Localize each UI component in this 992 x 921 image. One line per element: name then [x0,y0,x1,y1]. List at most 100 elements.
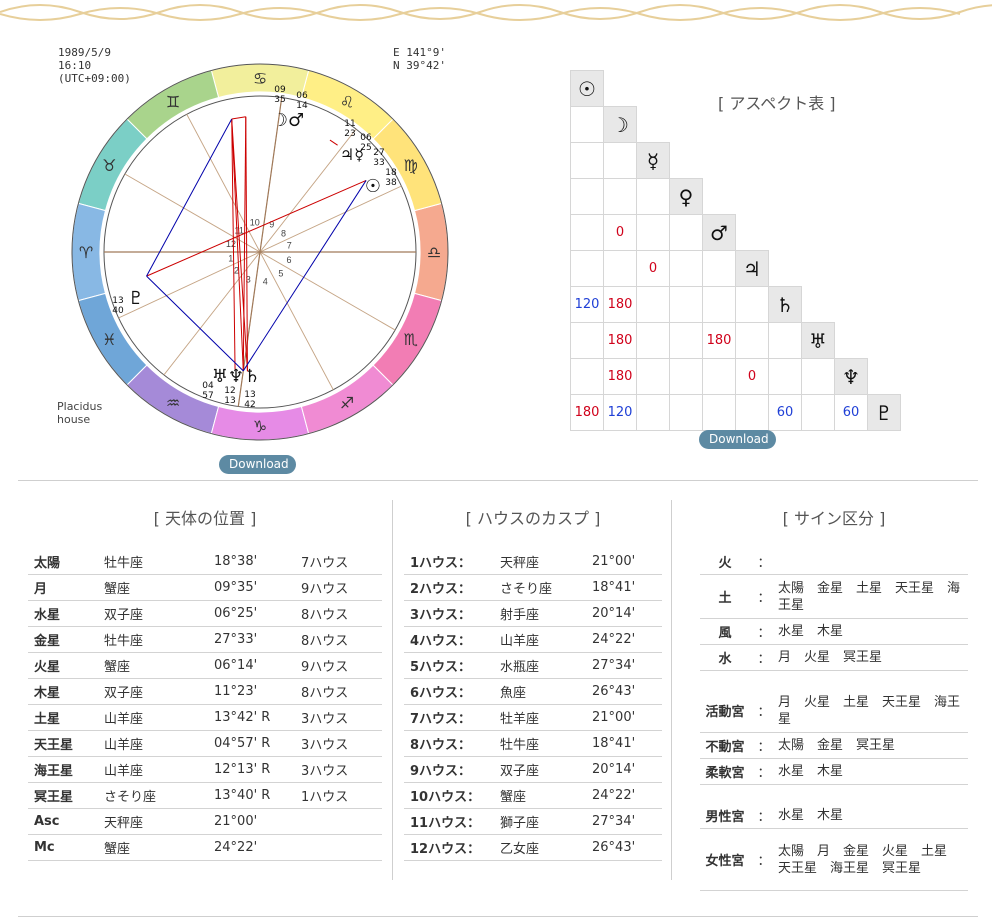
planet-row: Asc 天秤座 21°00' [28,809,382,835]
sign-glyph: ♓ [102,330,116,349]
moon-degree: 09 [274,85,286,95]
aspect-empty-cell [703,107,736,143]
aspect-planet-symbol: ♆ [834,358,868,395]
aspect-cell [603,250,637,287]
planet-sign: 天秤座 [104,816,144,831]
aspect-empty-cell [835,251,868,287]
aspect-empty-cell [736,215,769,251]
aspect-empty-cell [802,179,835,215]
sign-class-row: 男性宮 ： 水星 木星 [700,803,968,829]
planet-name: 木星 [34,686,61,701]
house-row: 2ハウス： さそり座 18°41' [404,575,662,601]
planet-row: 月 蟹座 09°35' 9ハウス [28,575,382,601]
download-aspect-button[interactable]: Download [699,430,776,449]
planet-sign: 蟹座 [104,660,131,675]
sign-class-label: 土 [718,591,732,606]
planet-sign: 山羊座 [104,738,144,753]
aspect-cell [669,358,703,395]
aspect-cell [603,142,637,179]
house-degree: 24°22' [592,632,636,647]
planet-house: 3ハウス [301,738,349,753]
aspect-cell: 180 [570,394,604,431]
aspect-cell [768,358,802,395]
aspect-cell: 0 [636,250,670,287]
aspect-empty-cell [769,143,802,179]
house-row: 7ハウス： 牡羊座 21°00' [404,705,662,731]
planet-name: 月 [34,582,48,597]
aspect-empty-cell [736,107,769,143]
aspect-cell [669,214,703,251]
planet-name: 土星 [34,712,61,727]
sign-class-label: 水 [718,652,732,667]
house-row: 3ハウス： 射手座 20°14' [404,601,662,627]
pluto-glyph: ♇ [128,288,144,309]
aspect-cell [669,322,703,359]
planet-row: 土星 山羊座 13°42' R 3ハウス [28,705,382,731]
colon: ： [757,810,771,825]
sign-class-row: 水 ： 月 火星 冥王星 [700,645,968,671]
aspect-cell: 60 [768,394,802,431]
moon-minute: 35 [274,95,285,105]
house-degree: 26°43' [592,684,636,699]
decorative-border [0,4,992,21]
aspect-cell [570,358,604,395]
sign-class-row: 活動宮 ： 月 火星 土星 天王星 海王星 [700,689,968,733]
planet-name: 冥王星 [34,790,74,805]
aspect-cell [570,178,604,215]
sign-class-value: 水星 木星 [778,808,844,823]
house-row: 9ハウス： 双子座 20°14' [404,757,662,783]
aspect-empty-cell [703,143,736,179]
aspect-empty-cell [769,107,802,143]
house-degree: 20°14' [592,762,636,777]
aspect-cell [669,286,703,323]
house-label: 5ハウス： [410,660,472,675]
planet-name: Mc [34,840,55,855]
house-degree: 20°14' [592,606,636,621]
planet-row: 木星 双子座 11°23' 8ハウス [28,679,382,705]
planet-house: 3ハウス [301,712,349,727]
house-sign: 乙女座 [500,842,540,857]
house-system-label: Placidus house [57,400,103,426]
aspect-empty-cell [769,251,802,287]
house-sign: 天秤座 [500,556,540,571]
planet-row: 海王星 山羊座 12°13' R 3ハウス [28,757,382,783]
download-chart-button[interactable]: Download [219,455,296,474]
house-sign: 射手座 [500,608,540,623]
aspect-planet-symbol: ♅ [801,322,835,359]
aspect-empty-cell [670,143,703,179]
aspect-empty-cell [868,287,901,323]
planet-name: Asc [34,814,60,829]
moon-mars-glyphs: ☽♂ [272,110,304,131]
house-number: 4 [263,277,268,287]
house-row: 6ハウス： 魚座 26°43' [404,679,662,705]
sign-glyph: ♑ [253,417,267,436]
aspect-planet-symbol: ☿ [636,142,670,179]
house-degree: 18°41' [592,580,636,595]
aspect-empty-cell [868,359,901,395]
colon: ： [757,854,771,869]
sign-class-row: 火： [700,549,968,575]
planet-degree: 21°00' [214,814,258,829]
aspect-cell: 0 [603,214,637,251]
sign-class-row: 土 ： 太陽 金星 土星 天王星 海王星 [700,575,968,619]
house-cusps-title: [ ハウスのカスプ ] [465,509,601,528]
planet-house: 8ハウス [301,608,349,623]
aspect-empty-cell [736,179,769,215]
house-number: 5 [278,269,283,279]
neptune-minute: 13 [224,396,235,406]
aspect-cell [801,358,835,395]
aspect-planet-symbol: ♇ [867,394,901,431]
house-number: 1 [228,253,233,263]
sign-glyph: ♏ [404,330,418,349]
jupiter-degree: 11 [344,119,355,129]
planet-house: 1ハウス [301,790,349,805]
colon: ： [757,556,771,571]
sign-class-label: 不動宮 [705,740,745,755]
planet-degree: 24°22' [214,840,258,855]
aspect-cell [768,322,802,359]
aspect-empty-cell [835,323,868,359]
house-label: 4ハウス： [410,634,472,649]
sign-glyph: ♒ [166,394,180,413]
aspect-empty-cell [868,323,901,359]
planet-positions-table: 太陽 牡牛座 18°38' 7ハウス月蟹座 09°35' 9ハウス 水星 双子座 06°25' 8… [28,549,382,861]
